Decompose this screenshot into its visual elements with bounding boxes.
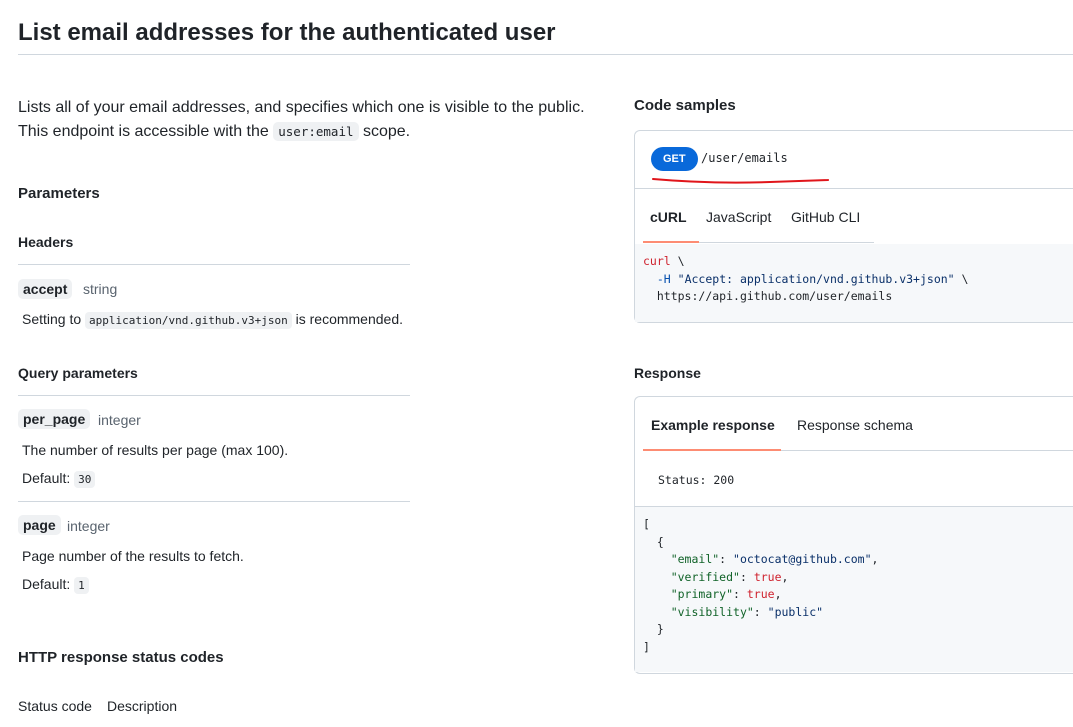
json-key-email: "email" xyxy=(670,552,720,566)
curl-header-value: "Accept: application/vnd.github.v3+json" xyxy=(677,271,955,286)
json-key-visibility: "visibility" xyxy=(670,604,754,619)
status-code-column-header: Status code xyxy=(18,698,92,714)
json-value-email: "octocat@github.com" xyxy=(733,552,872,566)
accept-desc-prefix: Setting to xyxy=(22,311,86,327)
param-type-accept: string xyxy=(83,281,118,297)
default-label: Default: xyxy=(22,470,71,486)
endpoint-path: /user/emails xyxy=(701,151,788,165)
query-divider xyxy=(18,395,410,396)
default-value: 30 xyxy=(74,471,96,488)
curl-url: https://api.github.com/user/emails xyxy=(656,289,893,303)
parameters-heading: Parameters xyxy=(18,185,100,202)
json-key-verified: "verified" xyxy=(670,569,740,584)
param-desc-per-page: The number of results per page (max 100)… xyxy=(22,442,289,458)
default-label: Default: xyxy=(22,576,71,592)
intro-line-2-suffix: scope. xyxy=(358,123,411,140)
accept-desc-suffix: is recommended. xyxy=(291,311,404,327)
accept-media-type-code: application/vnd.github.v3+json xyxy=(85,312,292,329)
headers-heading: Headers xyxy=(18,234,74,250)
http-method-badge: GET xyxy=(651,147,698,171)
json-value-verified: true xyxy=(753,569,782,584)
param-desc-page: Page number of the results to fetch. xyxy=(22,548,244,564)
tab-response-schema[interactable]: Response schema xyxy=(797,417,913,433)
tab-curl[interactable]: cURL xyxy=(650,209,687,225)
description-column-header: Description xyxy=(107,698,178,714)
tab-curl-active-underline xyxy=(643,241,699,243)
title-divider xyxy=(18,54,1073,55)
code-samples-heading: Code samples xyxy=(634,97,736,114)
json-value-primary: true xyxy=(746,587,775,601)
param-name-page: page xyxy=(18,515,61,535)
default-value: 1 xyxy=(74,577,89,594)
curl-header-flag: -H xyxy=(656,271,671,286)
curl-line-continuation: \ xyxy=(670,254,685,268)
tab-example-response-active-underline xyxy=(643,449,781,451)
param-default-per-page: Default: 30 xyxy=(22,470,96,488)
headers-divider xyxy=(18,264,410,265)
page-title: List email addresses for the authenticat… xyxy=(18,19,556,46)
scope-code: user:email xyxy=(273,122,359,141)
endpoint-description: Lists all of your email addresses, and s… xyxy=(18,96,608,144)
response-heading: Response xyxy=(634,365,701,381)
intro-line-2: This endpoint is accessible with the use… xyxy=(18,120,608,144)
curl-command: curl xyxy=(643,254,671,268)
response-tabs-divider xyxy=(781,450,1073,451)
red-annotation-underline xyxy=(652,178,830,184)
param-type-page: integer xyxy=(67,518,110,534)
param-name-accept: accept xyxy=(18,279,73,299)
curl-line-continuation: \ xyxy=(954,271,969,286)
status-codes-heading: HTTP response status codes xyxy=(18,649,224,666)
tab-javascript[interactable]: JavaScript xyxy=(706,209,771,225)
json-value-visibility: "public" xyxy=(767,604,824,619)
param-divider xyxy=(18,501,410,502)
json-key-primary: "primary" xyxy=(670,587,734,601)
tab-github-cli[interactable]: GitHub CLI xyxy=(791,209,860,225)
param-type-per-page: integer xyxy=(98,412,141,428)
curl-code-block: curl \ -H "Accept: application/vnd.githu… xyxy=(635,244,1073,322)
response-status: Status: 200 xyxy=(658,473,735,487)
param-desc-accept: Setting to application/vnd.github.v3+jso… xyxy=(22,311,404,329)
intro-line-2-prefix: This endpoint is accessible with the xyxy=(18,123,274,140)
response-json-block: [ { "email": "octocat@github.com", "veri… xyxy=(635,507,1073,672)
tab-example-response[interactable]: Example response xyxy=(651,417,775,433)
param-name-per-page: per_page xyxy=(18,409,91,429)
code-samples-header-divider xyxy=(635,188,1073,189)
intro-line-1: Lists all of your email addresses, and s… xyxy=(18,99,585,116)
param-default-page: Default: 1 xyxy=(22,576,89,594)
tabs-divider xyxy=(699,242,874,243)
query-parameters-heading: Query parameters xyxy=(18,365,138,381)
